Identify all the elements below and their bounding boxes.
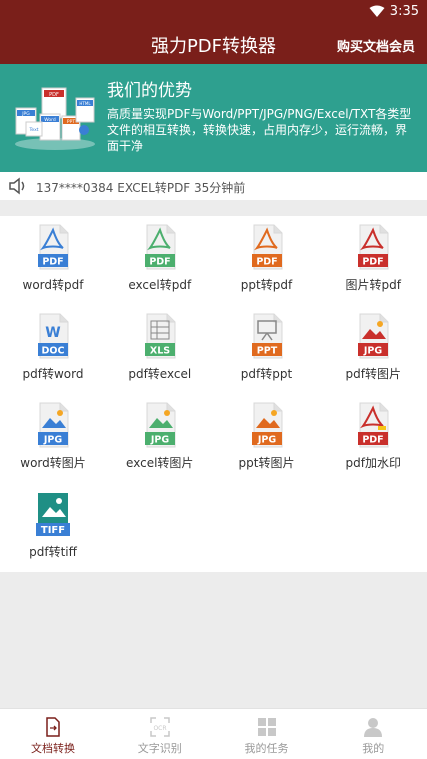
tool-word转pdf[interactable]: PDF word转pdf [0, 216, 106, 302]
art-label-text: Text [28, 127, 38, 133]
pdf-file-icon: PDF [38, 224, 69, 270]
banner-heading: 我们的优势 [107, 81, 192, 101]
svg-text:JPG: JPG [256, 435, 275, 446]
tab-我的[interactable]: 我的 [320, 709, 426, 759]
tool-label: 图片转pdf [345, 278, 401, 292]
tool-label: excel转图片 [126, 456, 194, 470]
tool-label: excel转pdf [128, 278, 192, 292]
pdf-file-icon: PDF [144, 224, 176, 270]
xls-file-icon: XLS [144, 313, 176, 359]
art-label-jpg: JPG [21, 111, 30, 117]
art-label-pdf: PDF [49, 92, 59, 98]
art-label-ppt: PPT [67, 119, 75, 125]
tool-grid: PDF word转pdf PDF excel转pdf PDF ppt转pdf P… [0, 216, 427, 572]
user-icon [364, 718, 383, 737]
activity-notice: 137****0384 EXCEL转PDF 35分钟前 [0, 172, 427, 200]
svg-text:PDF: PDF [42, 257, 63, 268]
speaker-icon [9, 177, 25, 195]
svg-text:JPG: JPG [150, 435, 169, 446]
task-grid-icon [257, 718, 276, 736]
tool-label: ppt转pdf [240, 278, 293, 292]
status-bar: 3:35 [0, 0, 427, 24]
pdf-file-icon: PDF [358, 224, 389, 270]
tab-文字识别[interactable]: OCR 文字识别 [107, 709, 213, 759]
doc-file-icon: W DOC [38, 313, 69, 359]
tool-ppt转pdf[interactable]: PDF ppt转pdf [214, 216, 320, 302]
ocr-scan-icon: OCR [150, 717, 170, 737]
svg-text:PDF: PDF [363, 435, 384, 446]
tab-label: 文字识别 [137, 742, 182, 755]
tool-label: pdf转word [22, 367, 84, 381]
tool-label: ppt转图片 [238, 456, 295, 470]
svg-text:PDF: PDF [149, 257, 170, 268]
tool-pdf转tiff[interactable]: TIFF pdf转tiff [0, 483, 106, 569]
svg-text:XLS: XLS [150, 346, 170, 357]
tab-我的任务[interactable]: 我的任务 [214, 709, 320, 759]
bottom-tab-bar: 文档转换 OCR 文字识别 我的任务 我的 [0, 708, 427, 759]
tool-label: pdf转excel [128, 367, 192, 381]
tool-label: word转pdf [22, 278, 84, 292]
advantage-banner[interactable]: PDF JPG Word PPT HTML Text 我们的优势 高质量实现PD… [0, 64, 427, 172]
tool-pdf加水印[interactable]: PDF pdf加水印 [320, 394, 426, 480]
tab-label: 文档转换 [31, 742, 75, 755]
tiff-file-icon: TIFF [36, 493, 70, 536]
tool-label: pdf加水印 [345, 456, 401, 470]
svg-text:TIFF: TIFF [41, 525, 65, 536]
svg-text:PDF: PDF [363, 257, 384, 268]
pdf-file-icon: PDF [358, 402, 389, 448]
svg-text:PPT: PPT [256, 346, 277, 357]
file-formats-illustration: PDF JPG Word PPT HTML Text [15, 87, 95, 150]
tool-ppt转图片[interactable]: JPG ppt转图片 [214, 394, 320, 480]
app-header: 强力PDF转换器 购买文档会员 [0, 24, 427, 64]
jpg-file-icon: JPG [251, 402, 282, 448]
buy-membership-button[interactable]: 购买文档会员 [337, 36, 415, 55]
svg-text:DOC: DOC [42, 346, 65, 357]
tool-pdf转图片[interactable]: JPG pdf转图片 [320, 305, 426, 391]
tool-label: pdf转tiff [29, 545, 77, 559]
tool-word转图片[interactable]: JPG word转图片 [0, 394, 106, 480]
jpg-file-icon: JPG [144, 402, 176, 448]
wifi-icon [369, 5, 385, 17]
tool-excel转图片[interactable]: JPG excel转图片 [107, 394, 213, 480]
svg-text:PDF: PDF [256, 257, 277, 268]
svg-text:JPG: JPG [363, 346, 382, 357]
svg-text:OCR: OCR [153, 725, 166, 732]
tool-label: pdf转ppt [240, 367, 293, 381]
tool-excel转pdf[interactable]: PDF excel转pdf [107, 216, 213, 302]
tool-pdf转excel[interactable]: XLS pdf转excel [107, 305, 213, 391]
tool-pdf转ppt[interactable]: PPT pdf转ppt [214, 305, 320, 391]
banner-description: 高质量实现PDF与Word/PPT/JPG/PNG/Excel/TXT各类型文件… [107, 107, 412, 153]
tool-pdf转word[interactable]: W DOC pdf转word [0, 305, 106, 391]
tab-label: 我的任务 [244, 742, 289, 755]
jpg-file-icon: JPG [358, 313, 389, 359]
tab-label: 我的 [362, 742, 385, 755]
tool-图片转pdf[interactable]: PDF 图片转pdf [320, 216, 426, 302]
notice-text: 137****0384 EXCEL转PDF 35分钟前 [36, 181, 246, 195]
jpg-file-icon: JPG [38, 402, 69, 448]
status-time: 3:35 [389, 4, 419, 19]
svg-text:JPG: JPG [43, 435, 62, 446]
tab-文档转换[interactable]: 文档转换 [0, 709, 106, 759]
art-label-html: HTML [79, 101, 91, 106]
pdf-file-icon: PDF [251, 224, 282, 270]
svg-text:W: W [45, 325, 60, 341]
art-label-word: Word [44, 117, 56, 123]
document-convert-icon [46, 717, 60, 737]
ppt-file-icon: PPT [251, 313, 282, 359]
tool-label: word转图片 [20, 456, 86, 470]
tool-label: pdf转图片 [345, 367, 401, 381]
